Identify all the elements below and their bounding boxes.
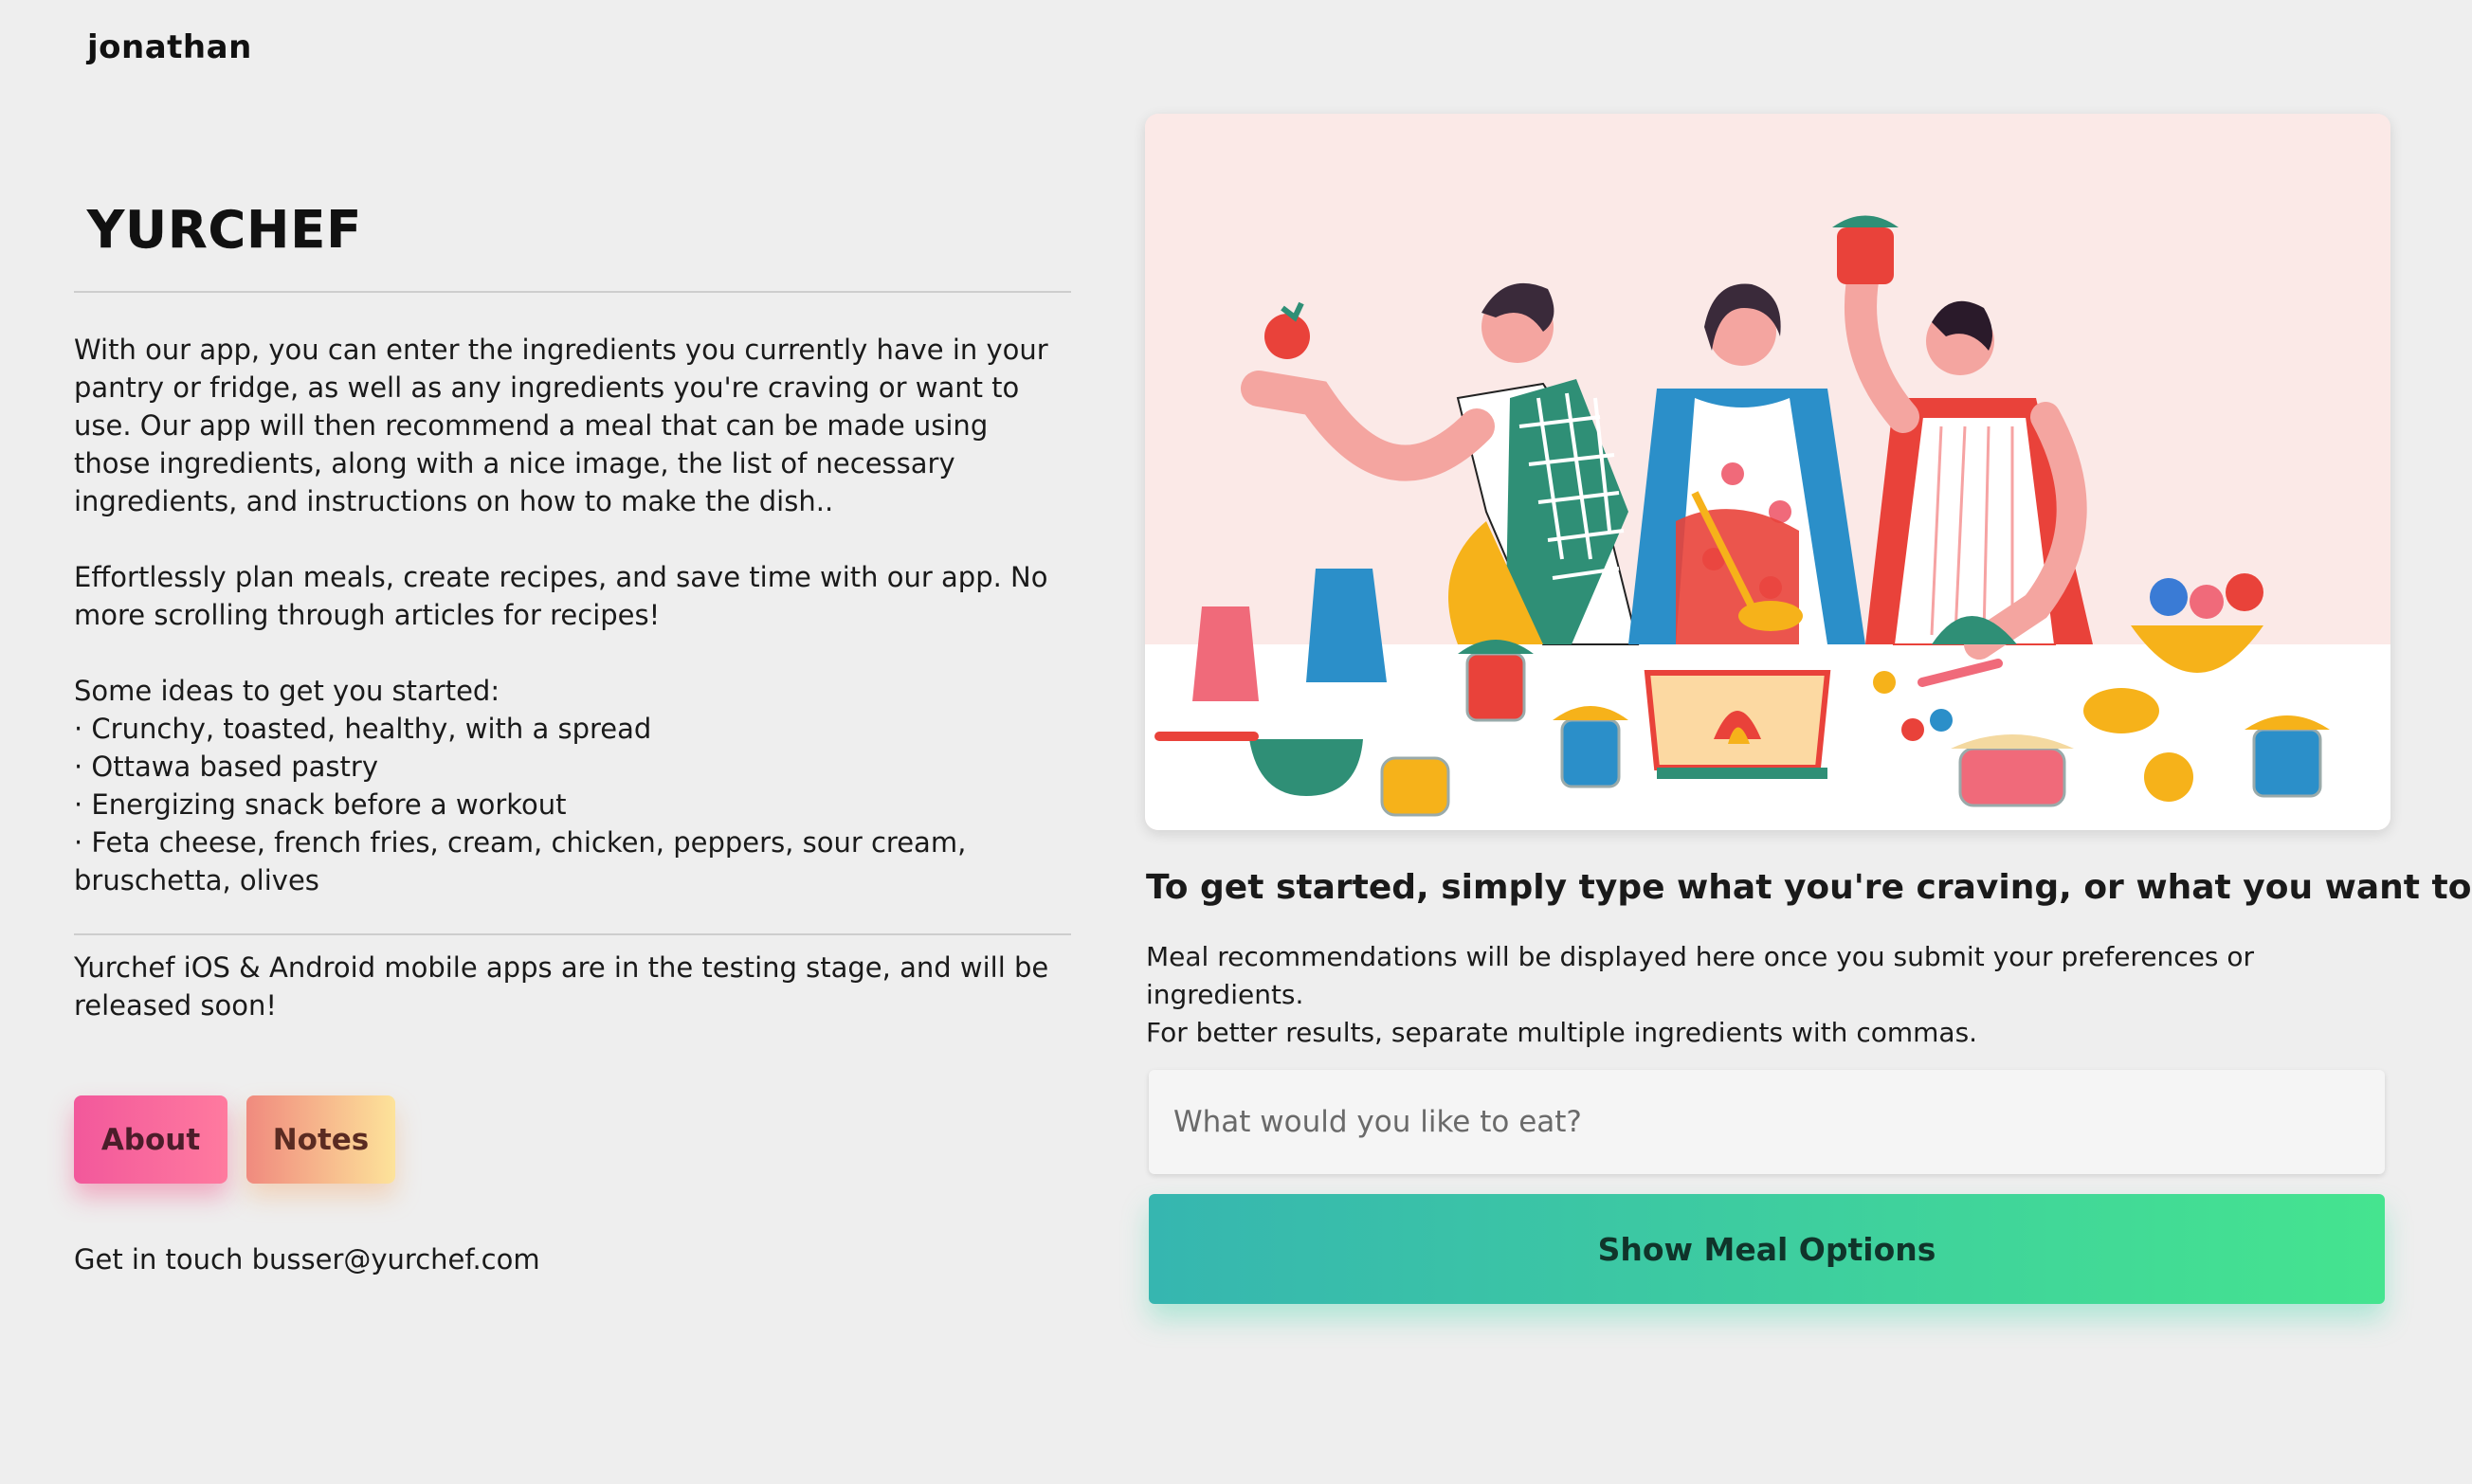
ideas-list: · Crunchy, toasted, healthy, with a spre… [74,710,1071,899]
contact-info: Get in touch busser@yurchef.com [74,1243,540,1276]
hero-image [1145,114,2390,830]
cta-subtext-line: Meal recommendations will be displayed h… [1146,941,2255,1010]
about-button[interactable]: About [74,1095,227,1184]
username: jonathan [87,28,252,66]
left-column: YURCHEF With our app, you can enter the … [74,190,1071,1024]
brand-title: YURCHEF [87,200,363,260]
idea-item: · Energizing snack before a workout [74,788,567,821]
cta-subtext: Meal recommendations will be displayed h… [1146,938,2397,1052]
ideas-title: Some ideas to get you started: [74,675,500,707]
meal-search-input[interactable] [1149,1070,2385,1174]
cta-subtext-line: For better results, separate multiple in… [1146,1017,1978,1048]
cooking-people-illustration [1145,114,2390,830]
show-meal-options-button[interactable]: Show Meal Options [1149,1194,2385,1304]
nav-buttons: About Notes [74,1095,395,1184]
notes-button[interactable]: Notes [246,1095,395,1184]
mobile-apps-note: Yurchef iOS & Android mobile apps are in… [74,951,1049,1022]
intro-paragraph: Effortlessly plan meals, create recipes,… [74,561,1048,631]
idea-item: · Ottawa based pastry [74,751,378,783]
idea-item: · Crunchy, toasted, healthy, with a spre… [74,713,652,745]
idea-item: · Feta cheese, french fries, cream, chic… [74,826,967,896]
intro-paragraph: With our app, you can enter the ingredie… [74,334,1048,517]
intro-text: With our app, you can enter the ingredie… [74,331,1071,899]
divider [74,291,1071,293]
divider [74,933,1071,935]
cta-heading: To get started, simply type what you're … [1146,868,2472,907]
